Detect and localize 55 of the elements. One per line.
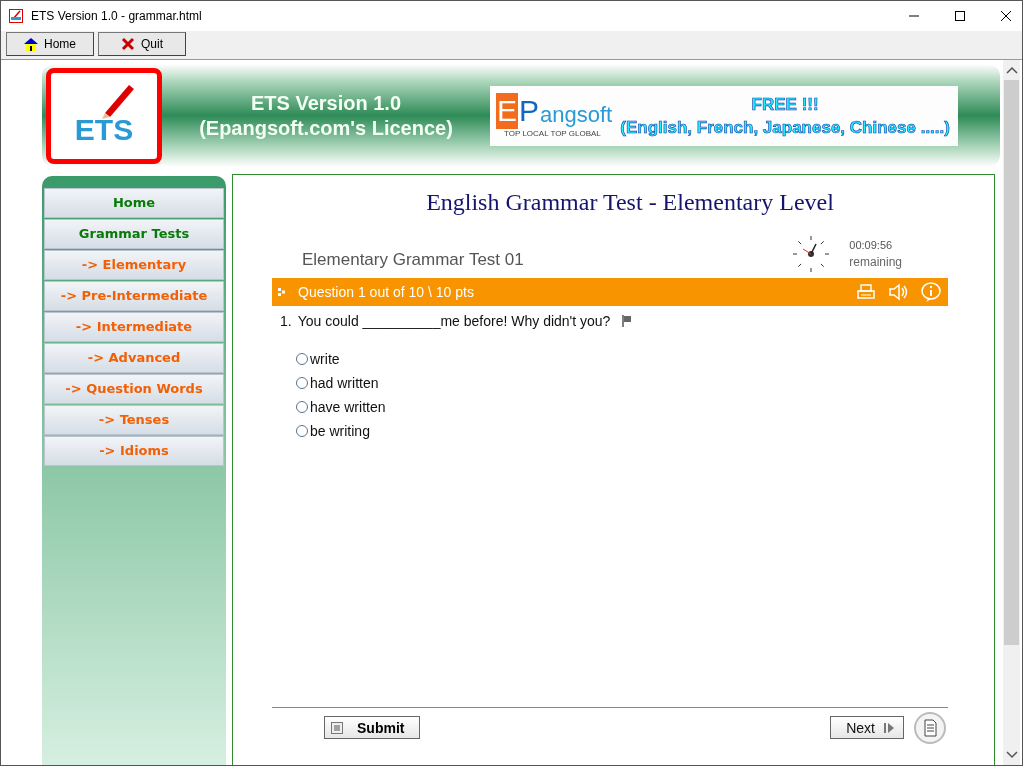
advert-headline: FREE !!! [750, 93, 820, 116]
nav-link[interactable]: -> Elementary [44, 250, 224, 280]
bullet-icon [278, 288, 286, 296]
radio-button[interactable] [296, 377, 308, 389]
ets-logo: ETS [46, 67, 162, 164]
next-button[interactable]: Next [830, 716, 904, 739]
nav-link[interactable]: -> Intermediate [44, 312, 224, 342]
nav-link[interactable]: -> Tenses [44, 405, 224, 435]
quit-button[interactable]: Quit [98, 32, 186, 56]
option-label: had written [310, 375, 379, 391]
option-label: write [310, 351, 340, 367]
brand-letter: E [496, 93, 518, 129]
option-label: have written [310, 399, 386, 415]
radio-button[interactable] [296, 353, 308, 365]
time-remaining: 00:09:56 [849, 238, 894, 253]
banner-subtitle: (Epangsoft.com's Licence) [198, 115, 454, 141]
vertical-scrollbar[interactable] [1003, 60, 1020, 765]
info-icon [920, 282, 942, 302]
page-title: English Grammar Test - Elementary Level [425, 189, 835, 216]
nav-link[interactable]: -> Pre-Intermediate [44, 281, 224, 311]
remaining-label: remaining [849, 254, 902, 271]
window-title: ETS Version 1.0 - grammar.html [31, 9, 202, 23]
app-icon [9, 9, 23, 23]
brand-name: angsoft [540, 101, 613, 129]
home-button[interactable]: Home [6, 32, 94, 56]
list-icon [331, 721, 343, 734]
next-icon [883, 721, 895, 734]
question-number: 1. [280, 313, 292, 329]
document-icon [914, 712, 946, 744]
cross-icon [121, 37, 135, 51]
banner-title: ETS Version 1.0 [249, 90, 403, 116]
question-counter: Question 1 out of 10 \ 10 pts [298, 284, 474, 300]
option-label: be writing [310, 423, 370, 439]
question-text: You could __________me before! Why didn't you? [297, 313, 611, 329]
test-name: Elementary Grammar Test 01 [302, 250, 524, 271]
radio-button[interactable] [296, 425, 308, 437]
nav-link[interactable]: -> Question Words [44, 374, 224, 404]
nav-link[interactable]: Grammar Tests [44, 219, 224, 249]
nav-link[interactable]: -> Idioms [44, 436, 224, 466]
radio-button[interactable] [296, 401, 308, 413]
speaker-icon [888, 283, 908, 301]
clock-icon [791, 234, 832, 274]
close-icon [1000, 10, 1012, 22]
scroll-up-icon [1005, 66, 1018, 74]
print-icon [856, 283, 876, 301]
advert-languages: (English, French, Japanese, Chinese .....) [619, 116, 951, 139]
brand-tagline: TOP LOCAL TOP GLOBAL [504, 129, 602, 138]
house-icon [24, 37, 38, 51]
scrollbar-thumb[interactable] [1004, 80, 1019, 645]
flag-icon [622, 315, 633, 327]
nav-link[interactable]: Home [44, 188, 224, 218]
nav-link[interactable]: -> Advanced [44, 343, 224, 373]
maximize-icon [954, 10, 966, 22]
scroll-down-icon [1005, 751, 1018, 759]
submit-button[interactable]: Submit [324, 716, 420, 739]
